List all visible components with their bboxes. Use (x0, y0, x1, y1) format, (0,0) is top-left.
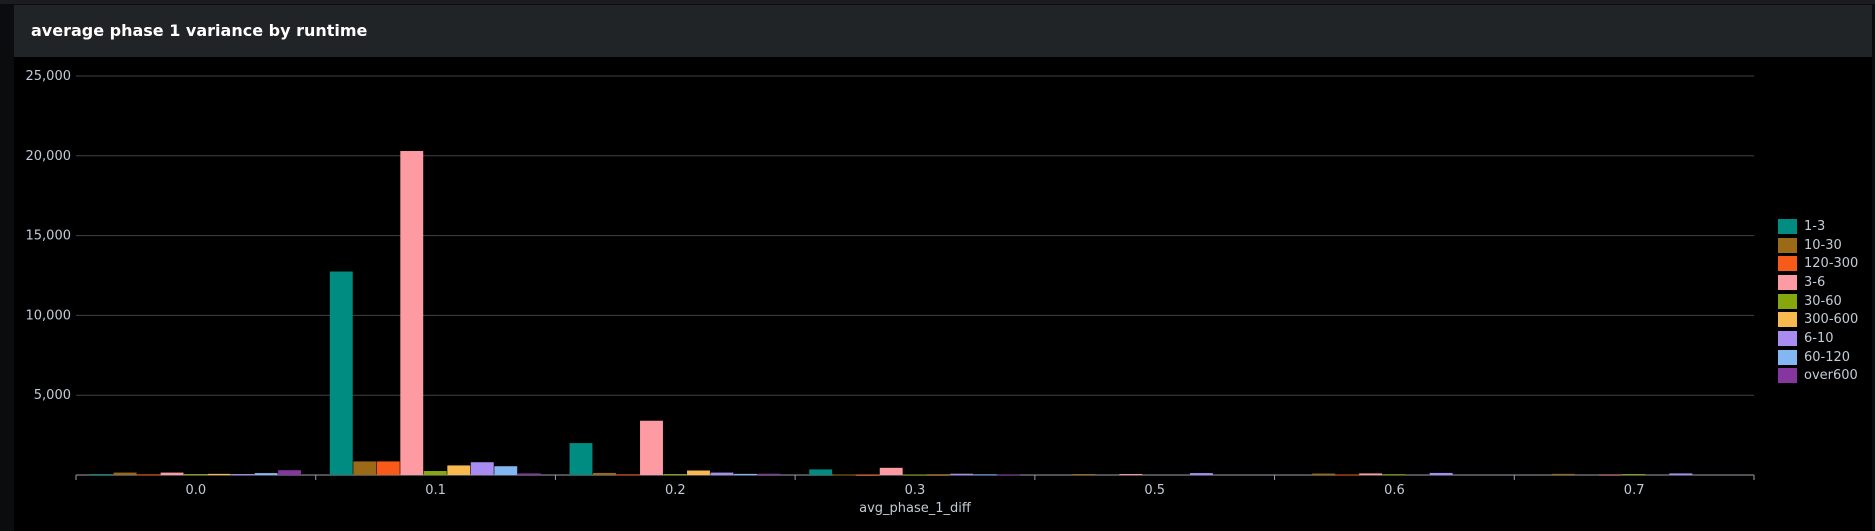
x-axis-title: avg_phase_1_diff (859, 501, 972, 516)
bar-3-6-0.2 (640, 420, 663, 475)
legend-item[interactable]: 300-600 (1778, 310, 1858, 329)
bar-10-30-0.5 (1072, 474, 1096, 476)
chart-legend: 1-3 10-30 120-300 3-6 30-60 300-600 6-10 60-120… (1778, 217, 1858, 385)
bar-300-600-0.3 (926, 474, 950, 476)
legend-label: 10-30 (1804, 237, 1842, 253)
bar-120-300-0.2 (616, 474, 640, 476)
bar-6-10-0.1 (470, 462, 494, 475)
legend-swatch (1778, 330, 1797, 346)
bar-10-30-0.2 (593, 472, 616, 475)
legend-item[interactable]: 60-120 (1778, 348, 1858, 367)
bar-10-30-0.3 (832, 474, 856, 476)
bar-10-30-0.6 (1312, 473, 1336, 475)
legend-swatch (1778, 312, 1797, 328)
bar-10-30-0.7 (1551, 473, 1575, 475)
bar-over600-0.0 (278, 470, 302, 475)
bar-60-120-0.0 (254, 473, 278, 475)
bar-300-600-0.2 (687, 470, 710, 475)
bar-300-600-0.1 (447, 465, 471, 475)
bar-60-120-0.2 (734, 473, 757, 475)
bar-30-60-0.1 (423, 471, 447, 475)
bar-1-3-0.3 (809, 469, 833, 475)
bar-30-60-0.0 (184, 474, 208, 476)
legend-item[interactable]: over600 (1778, 367, 1858, 386)
bar-60-120-0.1 (494, 466, 518, 475)
bar-6-10-0.0 (231, 474, 255, 476)
legend-swatch (1778, 218, 1797, 234)
top-strip (0, 0, 1875, 4)
legend-item[interactable]: 6-10 (1778, 329, 1858, 348)
x-tick-label: 0.7 (1624, 483, 1645, 498)
bar-6-10-0.6 (1429, 472, 1453, 475)
bar-30-60-0.2 (663, 474, 687, 476)
legend-swatch (1778, 349, 1797, 365)
legend-label: 120-300 (1804, 256, 1859, 272)
bar-60-120-0.3 (973, 474, 997, 476)
legend-item[interactable]: 120-300 (1778, 254, 1858, 273)
legend-swatch (1778, 274, 1797, 290)
x-tick-label: 0.6 (1384, 483, 1405, 498)
bar-30-60-0.7 (1622, 474, 1646, 476)
legend-item[interactable]: 1-3 (1778, 217, 1858, 236)
y-tick-label: 15,000 (26, 229, 72, 244)
y-tick-label: 5,000 (34, 388, 71, 403)
bar-3-6-0.1 (400, 151, 424, 475)
legend-swatch (1778, 237, 1797, 253)
bar-chart: 25,000 20,000 15,000 10,000 5,000 0.0 0.1 0.2 0.… (26, 69, 1755, 516)
bar-30-60-0.3 (903, 474, 927, 476)
x-tick-label: 0.1 (425, 483, 446, 498)
bar-over600-0.2 (757, 473, 781, 475)
legend-item[interactable]: 3-6 (1778, 273, 1858, 292)
legend-label: 3-6 (1804, 274, 1826, 290)
bar-30-60-0.6 (1382, 474, 1406, 476)
x-tick-label: 0.5 (1144, 483, 1165, 498)
legend-item[interactable]: 30-60 (1778, 292, 1858, 311)
bar-120-300-0.1 (376, 461, 400, 475)
bar-3-6-0.5 (1119, 474, 1143, 476)
bar-6-10-0.5 (1189, 473, 1213, 475)
bar-6-10-0.3 (950, 473, 974, 475)
legend-label: 300-600 (1804, 312, 1859, 328)
legend-label: 60-120 (1804, 349, 1851, 365)
y-tick-label: 10,000 (26, 308, 72, 323)
chart-panel: average phase 1 variance by runtime 25,0… (14, 5, 1872, 531)
legend-swatch (1778, 256, 1797, 272)
bar-120-300-0.3 (856, 474, 880, 476)
bar-3-6-0.6 (1359, 473, 1383, 475)
legend-label: over600 (1804, 368, 1858, 384)
legend-label: 30-60 (1804, 293, 1842, 309)
bar-over600-0.3 (997, 474, 1021, 476)
bar-6-10-0.7 (1669, 473, 1693, 475)
bar-3-6-0.3 (879, 467, 903, 475)
bar-300-600-0.0 (207, 473, 231, 475)
x-tick-label: 0.0 (186, 483, 207, 498)
bar-1-3-0.1 (329, 271, 353, 475)
bar-120-300-0.6 (1335, 474, 1359, 476)
y-tick-label: 20,000 (26, 149, 72, 164)
bar-10-30-0.0 (113, 472, 137, 475)
x-tick-label: 0.2 (665, 483, 686, 498)
legend-swatch (1778, 293, 1797, 309)
legend-label: 6-10 (1804, 330, 1834, 346)
bar-120-300-0.0 (137, 474, 161, 476)
y-tick-label: 25,000 (26, 69, 72, 84)
legend-swatch (1778, 368, 1797, 384)
bar-1-3-0.0 (90, 474, 114, 476)
x-tick-label: 0.3 (905, 483, 926, 498)
bar-10-30-0.1 (353, 461, 377, 475)
bar-1-3-0.2 (569, 443, 593, 475)
bar-over600-0.1 (517, 473, 541, 475)
bar-6-10-0.2 (710, 472, 734, 475)
legend-label: 1-3 (1804, 218, 1826, 234)
legend-item[interactable]: 10-30 (1778, 236, 1858, 255)
bar-3-6-0.7 (1598, 474, 1622, 476)
bar-3-6-0.0 (160, 472, 184, 475)
